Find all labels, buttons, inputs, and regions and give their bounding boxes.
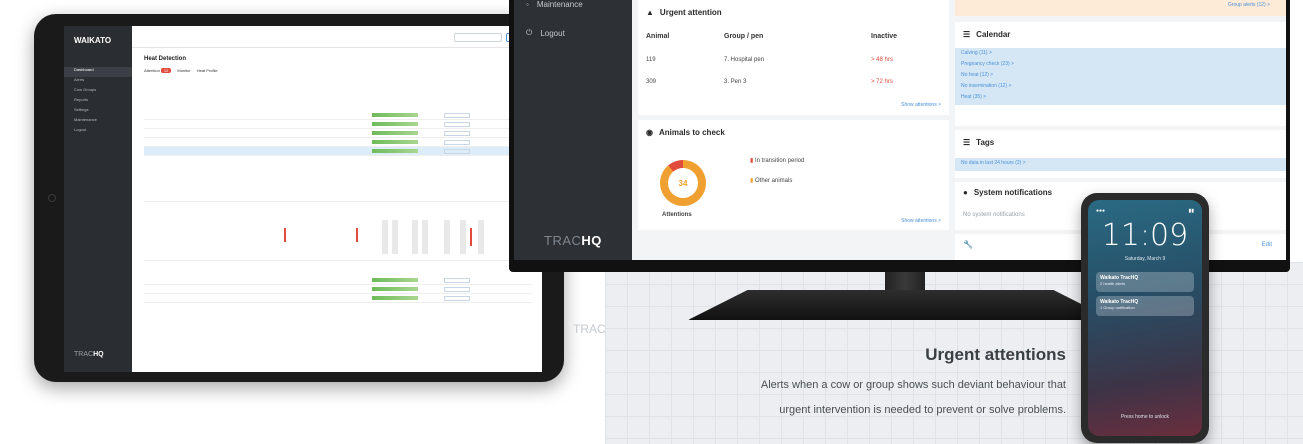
show-attentions-link[interactable]: Show attentions > (901, 102, 941, 108)
tablet-nav: Dashboard Alerts Cow Groups Reports Sett… (64, 67, 132, 137)
calendar-item[interactable]: No heat (12) > (955, 72, 1286, 83)
logout-icon: ⏻ (526, 28, 533, 37)
calendar-item[interactable]: No insemination (12) > (955, 83, 1286, 94)
calendar-title: ☰ Calendar (963, 30, 1011, 39)
row-group: 3. Pen 3 (724, 79, 747, 85)
table-row[interactable] (144, 120, 532, 129)
attentions-label: Attentions (662, 212, 692, 218)
tablet-sidebar: WAIKATO Dashboard Alerts Cow Groups Repo… (64, 26, 132, 372)
wrench-icon: 🔧 (963, 240, 973, 249)
tracthq-logo: TRACHQ (544, 233, 602, 248)
tablet-logo: WAIKATO (74, 36, 112, 45)
table-row[interactable] (144, 285, 532, 294)
calendar-panel: ☰ Calendar Calving (11) > Pregnancy chec… (955, 22, 1286, 126)
tablet-nav-item[interactable]: Settings (64, 107, 132, 117)
edit-link[interactable]: Edit (1262, 242, 1272, 248)
tablet-table (144, 111, 532, 156)
column-inactive: Inactive (871, 33, 898, 40)
calendar-list: Calving (11) > Pregnancy check (23) > No… (955, 48, 1286, 105)
caption-line-2: urgent intervention is needed to prevent… (779, 404, 1066, 416)
legend-other: ▮ Other animals (750, 178, 793, 184)
tablet-activity-chart (144, 201, 532, 261)
tags-panel: ☰ Tags No data in last 24 hours (2) > (955, 130, 1286, 178)
system-notifications-title: ● System notifications (963, 188, 1053, 197)
tags-list: No data in last 24 hours (2) > (955, 158, 1286, 171)
animals-to-check-title: ◉ Animals to check (646, 128, 725, 137)
calendar-item[interactable]: Pregnancy check (23) > (955, 61, 1286, 72)
calendar-item[interactable]: Calving (11) > (955, 50, 1286, 61)
tablet-brand: TRACHQ (74, 351, 104, 358)
tablet-device: WAIKATO Dashboard Alerts Cow Groups Repo… (34, 14, 564, 382)
row-inactive: > 48 hrs (871, 57, 893, 63)
tags-title: ☰ Tags (963, 138, 995, 147)
tab-heat-profile[interactable]: Heat Profile (197, 68, 218, 73)
animals-to-check-panel: ◉ Animals to check 34 Attentions ▮ In tr… (638, 120, 949, 230)
tablet-nav-item[interactable]: Maintenance (64, 117, 132, 127)
push-notification[interactable]: Waikato TracHQ 2 health alerts (1096, 272, 1194, 292)
tablet-screen: WAIKATO Dashboard Alerts Cow Groups Repo… (64, 26, 542, 372)
table-row[interactable] (144, 129, 532, 138)
ghost-brand-text: TRAC (573, 322, 606, 336)
tablet-nav-item[interactable]: Logout (64, 127, 132, 137)
no-notifications-text: No system notifications (963, 212, 1025, 218)
warning-triangle-icon: ▲ (646, 8, 654, 17)
phone-lockscreen: ●●● ▮▮ 11:09 Saturday, March 9 Waikato T… (1088, 200, 1202, 436)
show-attentions-link[interactable]: Show attentions > (901, 218, 941, 224)
caption-title: Urgent attentions (925, 345, 1066, 364)
lockscreen-time: 11:09 (1101, 218, 1189, 253)
table-row[interactable] (144, 138, 532, 147)
caption-line-1: Alerts when a cow or group shows such de… (760, 379, 1066, 391)
tab-monitor[interactable]: Monitor (177, 68, 190, 73)
group-alerts-panel: Group alerts (12) > (955, 0, 1286, 16)
calendar-item[interactable]: Heat (35) > (955, 94, 1286, 105)
legend-transition: ▮ In transition period (750, 158, 805, 164)
tablet-search-input[interactable] (454, 33, 502, 42)
tablet-tabs: Attention 12 Monitor Heat Profile (144, 68, 532, 73)
lockscreen-date: Saturday, March 9 (1124, 256, 1166, 262)
tablet-nav-item[interactable]: Dashboard (64, 67, 132, 77)
attentions-count: 34 (668, 168, 698, 198)
eye-icon: ◉ (646, 128, 653, 137)
tablet-nav-item[interactable]: Reports (64, 97, 132, 107)
monitor-sidebar: ◦ Maintenance ⏻ Logout TRACHQ (514, 0, 632, 260)
table-row-selected[interactable] (144, 147, 532, 156)
group-alerts-link[interactable]: Group alerts (12) > (1228, 2, 1270, 8)
sidebar-item-maintenance[interactable]: ◦ Maintenance (526, 0, 583, 9)
table-row[interactable] (144, 276, 532, 285)
row-group: 7. Hospital pen (724, 57, 765, 63)
tablet-table-lower (144, 276, 532, 303)
tab-attention[interactable]: Attention 12 (144, 68, 172, 73)
unlock-hint: Press home to unlock (1120, 414, 1170, 420)
phone-device: ●●● ▮▮ 11:09 Saturday, March 9 Waikato T… (1081, 193, 1209, 443)
table-row[interactable] (144, 111, 532, 120)
tablet-nav-item[interactable]: Cow Groups (64, 87, 132, 97)
table-row[interactable] (144, 294, 532, 303)
wrench-icon: ◦ (526, 0, 529, 9)
urgent-attention-title: ▲ Urgent attention (646, 8, 722, 17)
sidebar-item-logout[interactable]: ⏻ Logout (526, 28, 565, 38)
signal-icon: ●●● (1096, 208, 1106, 214)
tablet-topbar (132, 26, 542, 48)
attentions-donut: 34 (660, 160, 706, 206)
tag-item[interactable]: No data in last 24 hours (2) > (955, 160, 1286, 171)
battery-icon: ▮▮ (1188, 208, 1194, 214)
row-inactive: > 72 hrs (871, 79, 893, 85)
list-icon: ☰ (963, 30, 971, 39)
urgent-attention-panel: ▲ Urgent attention Animal Group / pen In… (638, 0, 949, 115)
dot-icon: ● (963, 188, 968, 197)
column-animal: Animal (646, 33, 670, 40)
attention-count-badge: 12 (160, 68, 172, 73)
list-icon: ☰ (963, 138, 971, 147)
column-group-pen: Group / pen (724, 33, 764, 40)
monitor-base (688, 290, 1113, 320)
tablet-main: Heat Detection Attention 12 Monitor Heat… (144, 56, 532, 362)
push-notification[interactable]: Waikato TracHQ 1 Group notification (1096, 296, 1194, 316)
tablet-nav-item[interactable]: Alerts (64, 77, 132, 87)
row-animal[interactable]: 309 (646, 79, 656, 85)
phone-status-bar: ●●● ▮▮ (1096, 208, 1194, 214)
tablet-page-title: Heat Detection (144, 56, 187, 62)
tablet-camera (48, 194, 56, 202)
row-animal[interactable]: 119 (646, 57, 656, 63)
